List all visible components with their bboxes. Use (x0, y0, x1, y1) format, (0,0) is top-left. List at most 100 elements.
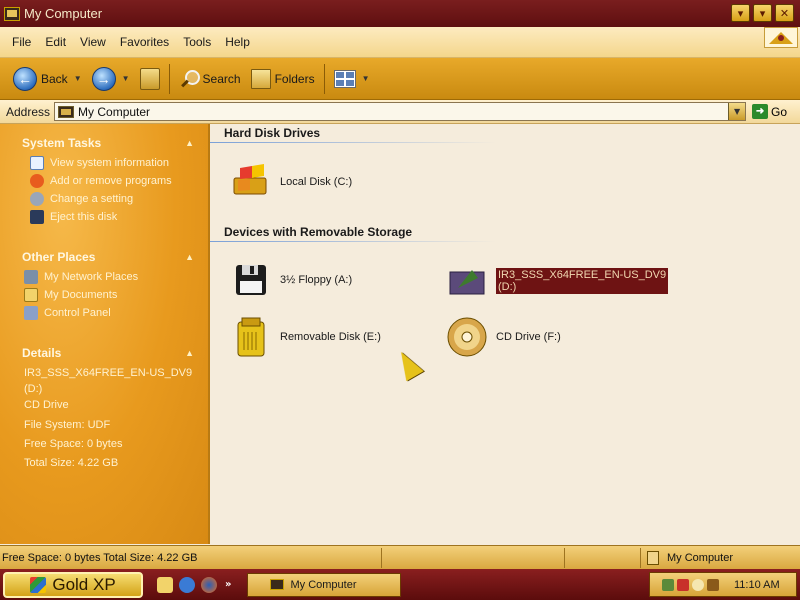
task-change-setting[interactable]: Change a setting (30, 192, 208, 206)
menu-view[interactable]: View (73, 35, 113, 49)
place-label: My Network Places (44, 271, 139, 283)
windows-logo-icon (764, 27, 798, 48)
messenger-tray-icon[interactable] (692, 578, 704, 591)
system-tray: 11:10 AM (649, 572, 797, 597)
collapse-chevron-icon[interactable]: ▲ (185, 138, 194, 148)
dvd-drive-icon (449, 270, 485, 295)
address-bar: Address My Computer ▼ ➜ Go (0, 100, 800, 124)
folders-label: Folders (274, 71, 315, 86)
removable-storage-header: Devices with Removable Storage (224, 225, 413, 239)
folders-button[interactable]: Folders (246, 63, 320, 95)
drive-local-disk-c[interactable]: Local Disk (C:) (232, 164, 352, 200)
details-header[interactable]: Details ▲ (22, 346, 194, 360)
details-file-system: File System: UDF (24, 419, 111, 431)
task-label: Change a setting (50, 193, 134, 205)
mouse-cursor-icon (392, 346, 424, 382)
folders-icon (250, 68, 271, 89)
network-tray-icon[interactable] (662, 578, 674, 591)
group-divider (210, 142, 496, 143)
collapse-chevron-icon[interactable]: ▲ (185, 252, 194, 262)
drive-cd-f[interactable]: CD Drive (F:) (446, 316, 561, 358)
up-folder-button[interactable] (135, 63, 165, 95)
go-button[interactable]: ➜ Go (752, 104, 787, 119)
drive-label-line2: (D:) (498, 281, 517, 293)
menu-help[interactable]: Help (218, 35, 257, 49)
start-button[interactable]: Gold XP (3, 571, 143, 598)
tools-tray-icon[interactable] (707, 578, 719, 591)
forward-arrow-icon: → (91, 66, 116, 91)
address-dropdown-icon[interactable]: ▼ (728, 103, 746, 120)
start-label: Gold XP (52, 574, 116, 594)
address-value: My Computer (78, 104, 151, 119)
clock[interactable]: 11:10 AM (734, 579, 780, 591)
maximize-button[interactable]: ▾ (753, 4, 772, 22)
taskbar-window-my-computer[interactable]: My Computer (247, 572, 402, 597)
my-documents-icon (24, 288, 38, 302)
menu-favorites[interactable]: Favorites (113, 35, 176, 49)
forward-dropdown-icon[interactable]: ▼ (122, 74, 130, 83)
views-button[interactable]: ▼ (329, 63, 375, 95)
group-divider (210, 241, 496, 242)
cd-drive-icon (447, 317, 487, 357)
details-title: Details (22, 346, 62, 360)
drive-list-view[interactable]: Hard Disk Drives Local Disk (C:) Devices… (210, 124, 800, 544)
task-add-remove-programs[interactable]: Add or remove programs (30, 174, 208, 188)
task-label: Add or remove programs (50, 175, 172, 187)
close-button[interactable]: ✕ (775, 4, 794, 22)
details-total-size: Total Size: 4.22 GB (24, 457, 119, 469)
address-label: Address (6, 104, 51, 119)
hard-disk-drives-header: Hard Disk Drives (224, 126, 321, 140)
menu-bar: File Edit View Favorites Tools Help (0, 27, 800, 58)
task-eject-disk[interactable]: Eject this disk (30, 210, 208, 224)
drive-removable-e[interactable]: Removable Disk (E:) (232, 316, 381, 358)
forward-button[interactable]: → ▼ (87, 63, 135, 95)
other-places-header[interactable]: Other Places ▲ (22, 250, 194, 264)
up-folder-icon (139, 67, 160, 90)
menu-tools[interactable]: Tools (176, 35, 218, 49)
drive-dvd-d[interactable]: IR3_SSS_X64FREE_EN-US_DV9 (D:) (448, 264, 669, 298)
collapse-chevron-icon[interactable]: ▲ (185, 348, 194, 358)
system-tasks-header[interactable]: System Tasks ▲ (22, 136, 194, 150)
system-info-icon (30, 156, 44, 170)
show-desktop-icon[interactable] (157, 576, 173, 593)
drive-floppy-a[interactable]: 3½ Floppy (A:) (232, 261, 352, 299)
security-shield-icon[interactable] (677, 578, 689, 591)
local-disk-icon (233, 164, 267, 195)
drive-label: Removable Disk (E:) (280, 331, 381, 343)
place-label: Control Panel (44, 307, 111, 319)
window-controls: ▾ ▾ ✕ (731, 4, 794, 22)
details-type: CD Drive (24, 399, 69, 411)
back-dropdown-icon[interactable]: ▼ (74, 74, 82, 83)
quick-launch-overflow-icon[interactable]: » (225, 579, 231, 590)
go-label: Go (771, 104, 788, 119)
menu-edit[interactable]: Edit (38, 35, 73, 49)
minimize-button[interactable]: ▾ (731, 4, 750, 22)
views-dropdown-icon: ▼ (361, 74, 370, 83)
drive-label-line1: IR3_SSS_X64FREE_EN-US_DV9 (498, 269, 667, 281)
toolbar-separator (168, 63, 170, 94)
place-my-network-places[interactable]: My Network Places (24, 270, 208, 284)
place-my-documents[interactable]: My Documents (24, 288, 208, 302)
status-empty (565, 547, 641, 568)
task-view-system-information[interactable]: View system information (30, 156, 208, 170)
window-title: My Computer (24, 6, 103, 21)
menu-file[interactable]: File (5, 35, 38, 49)
views-icon (333, 69, 356, 88)
removable-disk-icon (237, 317, 265, 357)
search-icon (179, 69, 200, 89)
task-label: View system information (50, 157, 170, 169)
back-button[interactable]: ← Back ▼ (8, 63, 87, 95)
place-control-panel[interactable]: Control Panel (24, 306, 208, 320)
search-button[interactable]: Search (174, 63, 246, 95)
my-computer-icon (647, 550, 659, 565)
details-name-line2: (D:) (24, 383, 43, 395)
firefox-icon[interactable] (201, 576, 217, 593)
quick-launch: » (157, 576, 231, 593)
search-label: Search (202, 71, 241, 86)
internet-explorer-icon[interactable] (179, 576, 195, 593)
my-computer-icon (58, 105, 75, 118)
drive-label: 3½ Floppy (A:) (280, 274, 353, 286)
back-arrow-icon: ← (13, 66, 37, 91)
task-pane: System Tasks ▲ View system information A… (0, 124, 210, 544)
address-input[interactable]: My Computer ▼ (54, 102, 747, 121)
